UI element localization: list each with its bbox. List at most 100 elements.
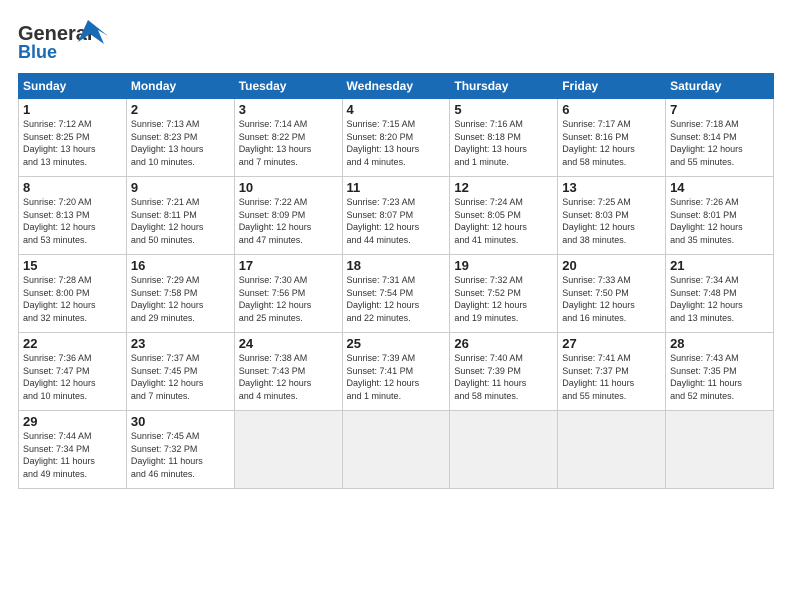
day-info: Sunrise: 7:18 AM Sunset: 8:14 PM Dayligh… (670, 118, 769, 168)
day-info: Sunrise: 7:36 AM Sunset: 7:47 PM Dayligh… (23, 352, 122, 402)
weekday-header-monday: Monday (126, 74, 234, 99)
day-info: Sunrise: 7:22 AM Sunset: 8:09 PM Dayligh… (239, 196, 338, 246)
logo: GeneralBlue (18, 18, 108, 63)
calendar-cell (558, 411, 666, 489)
day-number: 4 (347, 102, 446, 117)
day-info: Sunrise: 7:32 AM Sunset: 7:52 PM Dayligh… (454, 274, 553, 324)
calendar-cell: 23Sunrise: 7:37 AM Sunset: 7:45 PM Dayli… (126, 333, 234, 411)
calendar-cell: 14Sunrise: 7:26 AM Sunset: 8:01 PM Dayli… (666, 177, 774, 255)
week-row-2: 8Sunrise: 7:20 AM Sunset: 8:13 PM Daylig… (19, 177, 774, 255)
weekday-header-saturday: Saturday (666, 74, 774, 99)
page: GeneralBlue SundayMondayTuesdayWednesday… (0, 0, 792, 612)
weekday-header-tuesday: Tuesday (234, 74, 342, 99)
day-info: Sunrise: 7:13 AM Sunset: 8:23 PM Dayligh… (131, 118, 230, 168)
day-number: 2 (131, 102, 230, 117)
calendar-cell: 1Sunrise: 7:12 AM Sunset: 8:25 PM Daylig… (19, 99, 127, 177)
calendar-cell: 20Sunrise: 7:33 AM Sunset: 7:50 PM Dayli… (558, 255, 666, 333)
day-number: 23 (131, 336, 230, 351)
day-info: Sunrise: 7:24 AM Sunset: 8:05 PM Dayligh… (454, 196, 553, 246)
day-info: Sunrise: 7:21 AM Sunset: 8:11 PM Dayligh… (131, 196, 230, 246)
day-number: 25 (347, 336, 446, 351)
day-info: Sunrise: 7:31 AM Sunset: 7:54 PM Dayligh… (347, 274, 446, 324)
day-number: 30 (131, 414, 230, 429)
day-number: 26 (454, 336, 553, 351)
day-number: 24 (239, 336, 338, 351)
day-info: Sunrise: 7:12 AM Sunset: 8:25 PM Dayligh… (23, 118, 122, 168)
weekday-header-sunday: Sunday (19, 74, 127, 99)
day-info: Sunrise: 7:38 AM Sunset: 7:43 PM Dayligh… (239, 352, 338, 402)
weekday-header-friday: Friday (558, 74, 666, 99)
day-info: Sunrise: 7:45 AM Sunset: 7:32 PM Dayligh… (131, 430, 230, 480)
weekday-header-wednesday: Wednesday (342, 74, 450, 99)
calendar-cell: 7Sunrise: 7:18 AM Sunset: 8:14 PM Daylig… (666, 99, 774, 177)
day-number: 29 (23, 414, 122, 429)
day-number: 22 (23, 336, 122, 351)
calendar-cell: 9Sunrise: 7:21 AM Sunset: 8:11 PM Daylig… (126, 177, 234, 255)
day-info: Sunrise: 7:29 AM Sunset: 7:58 PM Dayligh… (131, 274, 230, 324)
week-row-3: 15Sunrise: 7:28 AM Sunset: 8:00 PM Dayli… (19, 255, 774, 333)
calendar-cell: 10Sunrise: 7:22 AM Sunset: 8:09 PM Dayli… (234, 177, 342, 255)
calendar-cell: 27Sunrise: 7:41 AM Sunset: 7:37 PM Dayli… (558, 333, 666, 411)
day-number: 16 (131, 258, 230, 273)
calendar-cell: 5Sunrise: 7:16 AM Sunset: 8:18 PM Daylig… (450, 99, 558, 177)
calendar-cell: 4Sunrise: 7:15 AM Sunset: 8:20 PM Daylig… (342, 99, 450, 177)
day-info: Sunrise: 7:43 AM Sunset: 7:35 PM Dayligh… (670, 352, 769, 402)
day-number: 21 (670, 258, 769, 273)
day-number: 14 (670, 180, 769, 195)
day-info: Sunrise: 7:14 AM Sunset: 8:22 PM Dayligh… (239, 118, 338, 168)
week-row-4: 22Sunrise: 7:36 AM Sunset: 7:47 PM Dayli… (19, 333, 774, 411)
day-info: Sunrise: 7:25 AM Sunset: 8:03 PM Dayligh… (562, 196, 661, 246)
week-row-5: 29Sunrise: 7:44 AM Sunset: 7:34 PM Dayli… (19, 411, 774, 489)
calendar-cell: 30Sunrise: 7:45 AM Sunset: 7:32 PM Dayli… (126, 411, 234, 489)
day-number: 8 (23, 180, 122, 195)
day-number: 27 (562, 336, 661, 351)
calendar-cell (666, 411, 774, 489)
day-number: 10 (239, 180, 338, 195)
calendar-cell: 25Sunrise: 7:39 AM Sunset: 7:41 PM Dayli… (342, 333, 450, 411)
weekday-header-row: SundayMondayTuesdayWednesdayThursdayFrid… (19, 74, 774, 99)
calendar-cell: 29Sunrise: 7:44 AM Sunset: 7:34 PM Dayli… (19, 411, 127, 489)
day-number: 7 (670, 102, 769, 117)
calendar-cell: 22Sunrise: 7:36 AM Sunset: 7:47 PM Dayli… (19, 333, 127, 411)
day-number: 17 (239, 258, 338, 273)
day-info: Sunrise: 7:26 AM Sunset: 8:01 PM Dayligh… (670, 196, 769, 246)
calendar-cell: 21Sunrise: 7:34 AM Sunset: 7:48 PM Dayli… (666, 255, 774, 333)
day-info: Sunrise: 7:33 AM Sunset: 7:50 PM Dayligh… (562, 274, 661, 324)
day-number: 3 (239, 102, 338, 117)
calendar-cell: 28Sunrise: 7:43 AM Sunset: 7:35 PM Dayli… (666, 333, 774, 411)
day-number: 18 (347, 258, 446, 273)
calendar-cell: 26Sunrise: 7:40 AM Sunset: 7:39 PM Dayli… (450, 333, 558, 411)
day-number: 5 (454, 102, 553, 117)
day-info: Sunrise: 7:44 AM Sunset: 7:34 PM Dayligh… (23, 430, 122, 480)
day-number: 12 (454, 180, 553, 195)
day-info: Sunrise: 7:41 AM Sunset: 7:37 PM Dayligh… (562, 352, 661, 402)
calendar-cell: 18Sunrise: 7:31 AM Sunset: 7:54 PM Dayli… (342, 255, 450, 333)
day-info: Sunrise: 7:34 AM Sunset: 7:48 PM Dayligh… (670, 274, 769, 324)
day-info: Sunrise: 7:37 AM Sunset: 7:45 PM Dayligh… (131, 352, 230, 402)
calendar-cell: 15Sunrise: 7:28 AM Sunset: 8:00 PM Dayli… (19, 255, 127, 333)
day-number: 9 (131, 180, 230, 195)
svg-text:Blue: Blue (18, 42, 57, 62)
calendar-cell: 17Sunrise: 7:30 AM Sunset: 7:56 PM Dayli… (234, 255, 342, 333)
day-number: 1 (23, 102, 122, 117)
calendar-cell: 2Sunrise: 7:13 AM Sunset: 8:23 PM Daylig… (126, 99, 234, 177)
day-number: 6 (562, 102, 661, 117)
calendar-cell: 8Sunrise: 7:20 AM Sunset: 8:13 PM Daylig… (19, 177, 127, 255)
calendar-cell: 19Sunrise: 7:32 AM Sunset: 7:52 PM Dayli… (450, 255, 558, 333)
logo-svg: GeneralBlue (18, 18, 108, 63)
day-info: Sunrise: 7:20 AM Sunset: 8:13 PM Dayligh… (23, 196, 122, 246)
calendar-table: SundayMondayTuesdayWednesdayThursdayFrid… (18, 73, 774, 489)
calendar-cell (342, 411, 450, 489)
day-info: Sunrise: 7:23 AM Sunset: 8:07 PM Dayligh… (347, 196, 446, 246)
day-info: Sunrise: 7:30 AM Sunset: 7:56 PM Dayligh… (239, 274, 338, 324)
day-info: Sunrise: 7:39 AM Sunset: 7:41 PM Dayligh… (347, 352, 446, 402)
day-number: 28 (670, 336, 769, 351)
day-number: 19 (454, 258, 553, 273)
day-info: Sunrise: 7:28 AM Sunset: 8:00 PM Dayligh… (23, 274, 122, 324)
calendar-cell: 3Sunrise: 7:14 AM Sunset: 8:22 PM Daylig… (234, 99, 342, 177)
calendar-cell: 6Sunrise: 7:17 AM Sunset: 8:16 PM Daylig… (558, 99, 666, 177)
calendar-cell: 11Sunrise: 7:23 AM Sunset: 8:07 PM Dayli… (342, 177, 450, 255)
day-number: 13 (562, 180, 661, 195)
calendar-cell: 16Sunrise: 7:29 AM Sunset: 7:58 PM Dayli… (126, 255, 234, 333)
calendar-cell (450, 411, 558, 489)
